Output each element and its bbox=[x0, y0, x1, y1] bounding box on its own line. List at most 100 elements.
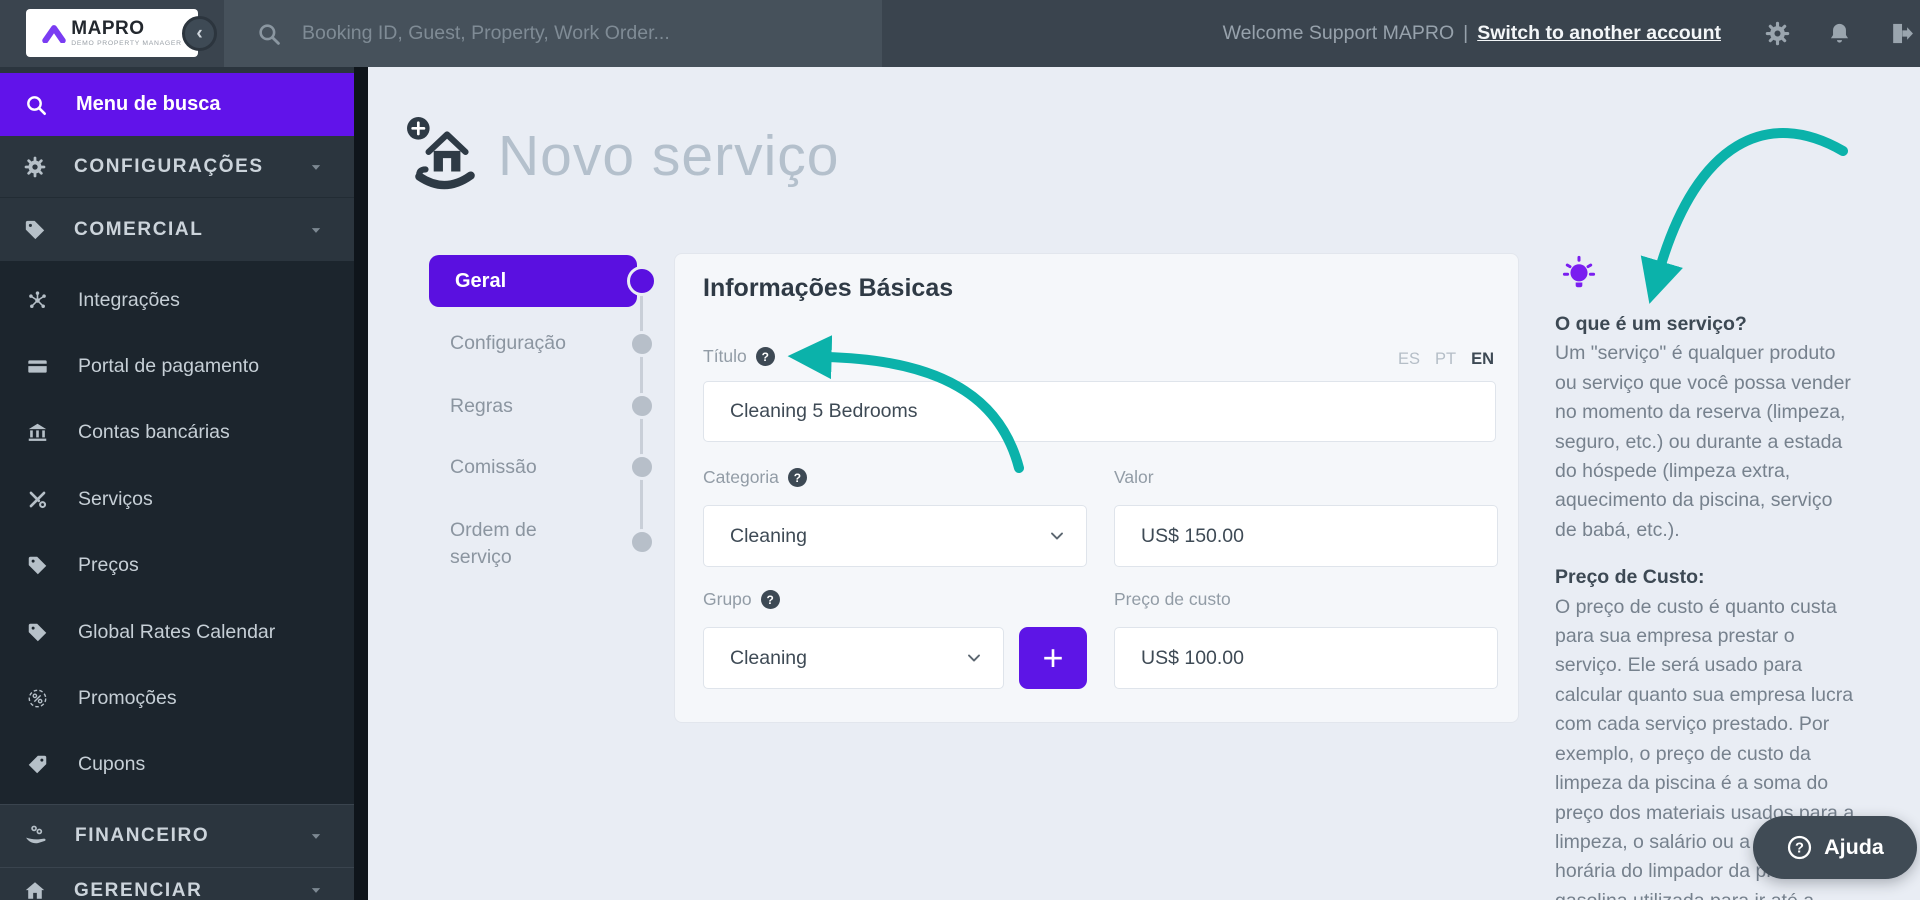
collapse-chevron-icon: ‹ bbox=[196, 23, 203, 44]
section-label: FINANCEIRO bbox=[75, 824, 210, 846]
price-tag-icon bbox=[27, 555, 48, 576]
logo-tagline: DEMO PROPERTY MANAGER bbox=[71, 40, 182, 47]
sidebar-item-label: Serviços bbox=[78, 487, 153, 510]
new-service-house-hand-icon bbox=[407, 117, 475, 190]
lang-tab-en[interactable]: EN bbox=[1471, 350, 1494, 369]
sidebar-section-financeiro[interactable]: FINANCEIRO bbox=[0, 804, 354, 866]
welcome-separator: | bbox=[1463, 22, 1469, 44]
chevron-down-icon bbox=[306, 157, 326, 177]
categoria-label: Categoria ? bbox=[703, 467, 807, 488]
grupo-help-icon[interactable]: ? bbox=[760, 590, 780, 609]
sidebar-submenu-comercial: Integrações Portal de pagamento Contas b… bbox=[0, 261, 354, 804]
sidebar-item-integracoes[interactable]: Integrações bbox=[0, 289, 354, 312]
price-tag-icon bbox=[27, 622, 48, 643]
main-content: Novo serviço Geral Configuração Regras C… bbox=[368, 67, 1920, 900]
add-group-button[interactable]: + bbox=[1019, 627, 1087, 689]
help-question-title: O que é um serviço? bbox=[1555, 313, 1747, 335]
grupo-label: Grupo ? bbox=[703, 589, 780, 610]
network-icon bbox=[27, 290, 48, 311]
notifications-bell-icon[interactable] bbox=[1827, 21, 1852, 46]
titulo-label: Título ? bbox=[703, 346, 775, 367]
global-search bbox=[224, 0, 882, 67]
settings-gear-icon[interactable] bbox=[1765, 21, 1790, 46]
help-panel: O que é um serviço? Um "serviço" é qualq… bbox=[1555, 310, 1885, 900]
percent-circle-icon bbox=[27, 688, 48, 709]
lightbulb-icon bbox=[1560, 253, 1598, 291]
app-logo[interactable]: MAPRO DEMO PROPERTY MANAGER bbox=[26, 9, 198, 57]
section-label: GERENCIAR bbox=[74, 880, 203, 900]
bank-icon bbox=[27, 422, 48, 443]
section-label: COMERCIAL bbox=[74, 218, 204, 240]
app-window: MAPRO DEMO PROPERTY MANAGER ‹ Welcome Su… bbox=[0, 0, 1920, 900]
section-label: CONFIGURAÇÕES bbox=[74, 156, 264, 177]
valor-label: Valor bbox=[1114, 467, 1154, 487]
sidebar-collapse-button[interactable]: ‹ bbox=[182, 16, 217, 51]
sidebar-section-gerenciar[interactable]: GERENCIAR bbox=[0, 867, 354, 900]
chevron-down-icon bbox=[1046, 525, 1068, 547]
step-dot-geral-active bbox=[627, 266, 657, 296]
page-title: Novo serviço bbox=[498, 124, 840, 188]
global-search-input[interactable] bbox=[300, 21, 882, 46]
sidebar-item-promocoes[interactable]: Promoções bbox=[0, 687, 354, 710]
language-tabs: ES PT EN bbox=[1398, 350, 1494, 369]
sidebar-section-configuracoes[interactable]: CONFIGURAÇÕES bbox=[0, 137, 354, 198]
chevron-down-icon bbox=[306, 826, 326, 846]
search-icon bbox=[256, 21, 282, 47]
switch-account-link[interactable]: Switch to another account bbox=[1477, 22, 1721, 45]
sidebar-item-label: Portal de pagamento bbox=[78, 355, 260, 378]
sidebar-item-contas-bancarias[interactable]: Contas bancárias bbox=[0, 421, 354, 444]
help-cost-title: Preço de Custo: bbox=[1555, 566, 1705, 589]
question-circle-icon: ? bbox=[1786, 834, 1813, 861]
categoria-select[interactable]: Cleaning bbox=[703, 505, 1087, 567]
step-tab-ordem-de-servico[interactable]: Ordem de serviço bbox=[450, 517, 600, 571]
lang-tab-pt[interactable]: PT bbox=[1435, 350, 1456, 369]
help-button[interactable]: ? Ajuda bbox=[1753, 816, 1917, 879]
sidebar-item-portal-de-pagamento[interactable]: Portal de pagamento bbox=[0, 355, 354, 378]
titulo-input[interactable] bbox=[703, 381, 1496, 442]
step-tab-comissao[interactable]: Comissão bbox=[450, 454, 537, 481]
svg-text:?: ? bbox=[1795, 841, 1804, 857]
preco-de-custo-input[interactable] bbox=[1114, 627, 1498, 689]
step-dot bbox=[629, 454, 655, 480]
sidebar-item-label: Global Rates Calendar bbox=[78, 620, 276, 643]
logout-icon[interactable] bbox=[1889, 21, 1914, 46]
logo-name: MAPRO bbox=[71, 18, 145, 39]
sidebar-item-servicos[interactable]: Serviços bbox=[0, 488, 354, 511]
chevron-down-icon bbox=[306, 880, 326, 900]
house-icon bbox=[24, 880, 46, 900]
logo-caret-icon bbox=[42, 25, 67, 43]
sidebar-item-label: Contas bancárias bbox=[78, 421, 230, 444]
sidebar-item-label: Promoções bbox=[78, 686, 177, 709]
step-tab-configuracao[interactable]: Configuração bbox=[450, 330, 566, 357]
tools-icon bbox=[27, 489, 48, 510]
credit-card-icon bbox=[27, 356, 48, 377]
sidebar-item-precos[interactable]: Preços bbox=[0, 554, 354, 577]
categoria-help-icon[interactable]: ? bbox=[787, 468, 807, 487]
card-heading: Informações Básicas bbox=[703, 274, 954, 302]
step-tab-regras[interactable]: Regras bbox=[450, 393, 513, 420]
gear-icon bbox=[24, 156, 46, 178]
grupo-select[interactable]: Cleaning bbox=[703, 627, 1004, 689]
price-tag-icon bbox=[24, 219, 46, 241]
welcome-text: Welcome Support MAPRO bbox=[1222, 22, 1455, 44]
top-bar: MAPRO DEMO PROPERTY MANAGER ‹ Welcome Su… bbox=[0, 0, 1920, 67]
lang-tab-es[interactable]: ES bbox=[1398, 350, 1420, 369]
search-icon bbox=[24, 93, 48, 117]
valor-input[interactable] bbox=[1114, 505, 1498, 567]
sidebar-item-menu-de-busca[interactable]: Menu de busca bbox=[0, 73, 354, 136]
sidebar-section-comercial[interactable]: COMERCIAL bbox=[0, 199, 354, 260]
sidebar-item-label: Preços bbox=[78, 554, 139, 577]
sidebar-item-label: Menu de busca bbox=[76, 93, 221, 115]
step-tab-geral[interactable]: Geral bbox=[429, 255, 637, 307]
step-dot bbox=[629, 331, 655, 357]
titulo-help-icon[interactable]: ? bbox=[755, 347, 775, 366]
sidebar-item-label: Integrações bbox=[78, 288, 180, 311]
step-dot bbox=[629, 393, 655, 419]
chevron-down-icon bbox=[963, 647, 985, 669]
chevron-down-icon bbox=[306, 220, 326, 240]
coupon-icon bbox=[27, 754, 48, 775]
topbar-right: Welcome Support MAPRO | Switch to anothe… bbox=[1223, 0, 1914, 67]
sidebar-item-cupons[interactable]: Cupons bbox=[0, 753, 354, 776]
help-button-label: Ajuda bbox=[1824, 835, 1884, 859]
sidebar-item-global-rates-calendar[interactable]: Global Rates Calendar bbox=[0, 621, 354, 644]
